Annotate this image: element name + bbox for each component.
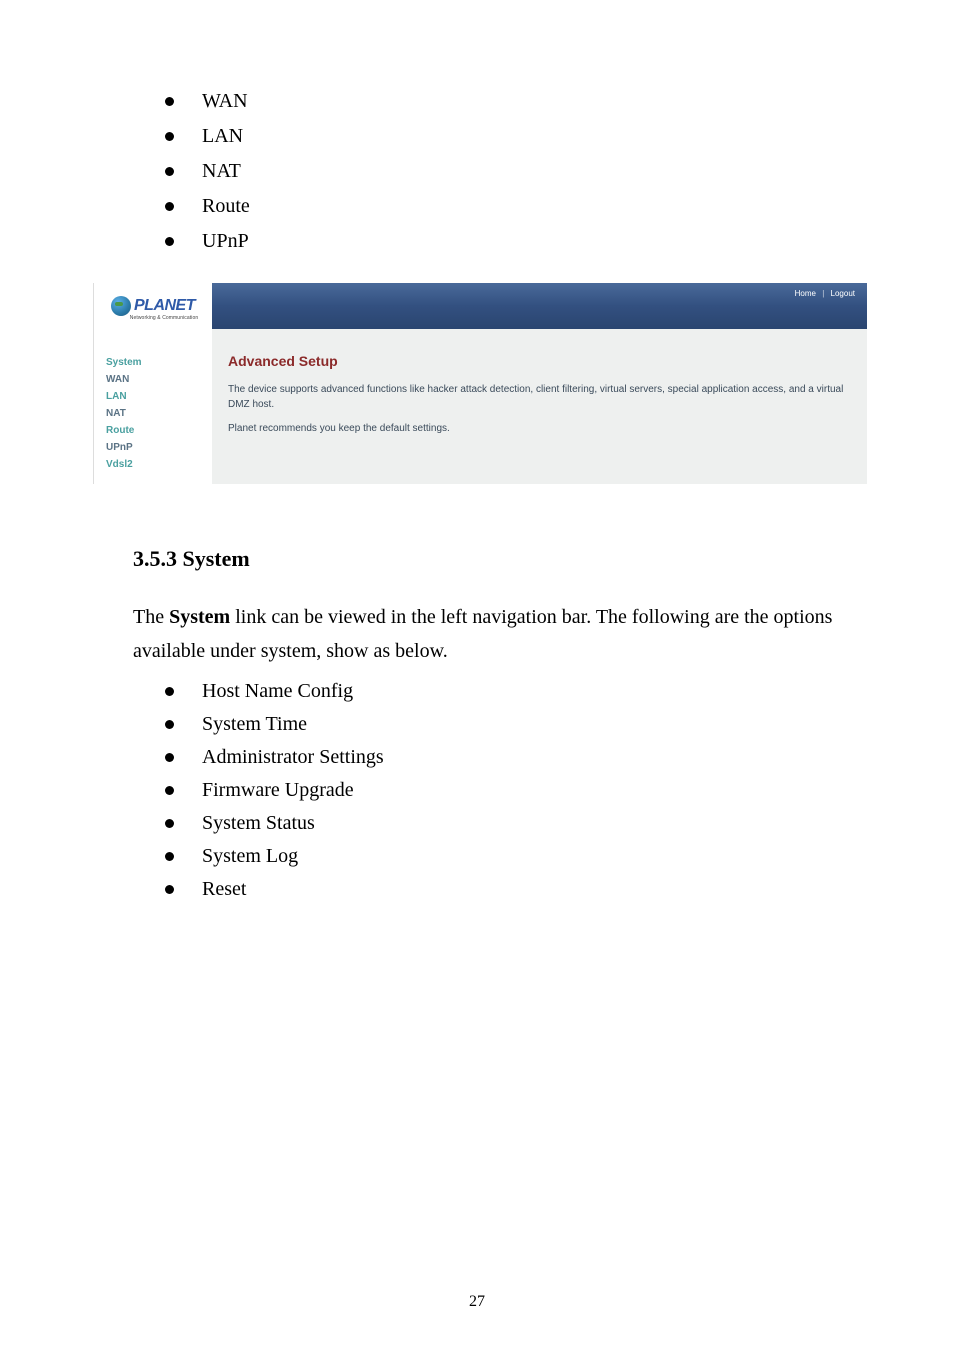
list-item: Reset bbox=[165, 878, 849, 901]
sidebar-item-label: NAT bbox=[106, 408, 126, 419]
home-link[interactable]: Home bbox=[795, 289, 816, 298]
bullet-icon bbox=[165, 786, 174, 795]
bullet-text: Firmware Upgrade bbox=[202, 779, 354, 802]
bullet-text: System Log bbox=[202, 845, 298, 868]
bullet-icon bbox=[165, 167, 174, 176]
page-number: 27 bbox=[0, 1293, 954, 1311]
main-panel: Advanced Setup The device supports advan… bbox=[212, 329, 867, 484]
list-item: Administrator Settings bbox=[165, 746, 849, 769]
panel-paragraph: Planet recommends you keep the default s… bbox=[228, 422, 851, 437]
list-item: LAN bbox=[165, 125, 849, 148]
sidebar-item-system[interactable]: System bbox=[106, 357, 212, 368]
sidebar-item-label: WAN bbox=[106, 374, 129, 385]
list-item: System Time bbox=[165, 713, 849, 736]
bullet-icon bbox=[165, 753, 174, 762]
screenshot-body: System WAN LAN NAT Route UPnP Vdsl2 Adva… bbox=[94, 329, 867, 484]
sidebar-item-lan[interactable]: LAN bbox=[106, 391, 212, 402]
bullet-text: Route bbox=[202, 195, 250, 218]
sidebar: System WAN LAN NAT Route UPnP Vdsl2 bbox=[94, 329, 212, 484]
globe-icon bbox=[111, 296, 131, 316]
tagline-text: Networking & Communication bbox=[130, 315, 198, 321]
bullet-icon bbox=[165, 237, 174, 246]
sidebar-item-nat[interactable]: NAT bbox=[106, 408, 212, 419]
sidebar-item-label: UPnP bbox=[106, 442, 133, 453]
bullet-text: UPnP bbox=[202, 230, 249, 253]
bullet-text: Host Name Config bbox=[202, 680, 353, 703]
bullet-text: WAN bbox=[202, 90, 248, 113]
router-admin-screenshot: PLANET Networking & Communication Home |… bbox=[93, 283, 867, 484]
sidebar-item-label: LAN bbox=[106, 391, 127, 402]
list-item: WAN bbox=[165, 90, 849, 113]
logo-area: PLANET Networking & Communication bbox=[94, 283, 212, 329]
header-bar: Home | Logout bbox=[212, 283, 867, 329]
top-bullet-list: WAN LAN NAT Route UPnP bbox=[105, 90, 849, 253]
sidebar-item-vdsl2[interactable]: Vdsl2 bbox=[106, 459, 212, 470]
bullet-text: LAN bbox=[202, 125, 243, 148]
list-item: System Status bbox=[165, 812, 849, 835]
bullet-text: System Time bbox=[202, 713, 307, 736]
list-item: UPnP bbox=[165, 230, 849, 253]
bottom-bullet-list: Host Name Config System Time Administrat… bbox=[105, 680, 849, 901]
bold-text: System bbox=[169, 606, 230, 628]
sidebar-item-label: Vdsl2 bbox=[106, 459, 133, 470]
bullet-text: System Status bbox=[202, 812, 315, 835]
header-links: Home | Logout bbox=[795, 289, 855, 298]
logo: PLANET bbox=[111, 296, 195, 316]
list-item: Host Name Config bbox=[165, 680, 849, 703]
sidebar-item-route[interactable]: Route bbox=[106, 425, 212, 436]
panel-paragraph: The device supports advanced functions l… bbox=[228, 383, 851, 412]
sidebar-item-label: System bbox=[106, 357, 142, 368]
bullet-icon bbox=[165, 885, 174, 894]
bullet-icon bbox=[165, 687, 174, 696]
bullet-icon bbox=[165, 852, 174, 861]
section-paragraph: The System link can be viewed in the lef… bbox=[133, 600, 839, 668]
bullet-icon bbox=[165, 97, 174, 106]
bullet-icon bbox=[165, 132, 174, 141]
section-heading: 3.5.3 System bbox=[133, 546, 849, 572]
list-item: System Log bbox=[165, 845, 849, 868]
text-fragment: The bbox=[133, 606, 169, 628]
bullet-icon bbox=[165, 819, 174, 828]
panel-title: Advanced Setup bbox=[228, 353, 851, 369]
bullet-text: Administrator Settings bbox=[202, 746, 384, 769]
list-item: NAT bbox=[165, 160, 849, 183]
separator: | bbox=[822, 289, 824, 298]
sidebar-item-upnp[interactable]: UPnP bbox=[106, 442, 212, 453]
brand-text: PLANET bbox=[134, 297, 195, 315]
logout-link[interactable]: Logout bbox=[831, 289, 855, 298]
bullet-icon bbox=[165, 202, 174, 211]
sidebar-item-label: Route bbox=[106, 425, 134, 436]
screenshot-header: PLANET Networking & Communication Home |… bbox=[94, 283, 867, 329]
bullet-text: Reset bbox=[202, 878, 246, 901]
bullet-text: NAT bbox=[202, 160, 241, 183]
list-item: Firmware Upgrade bbox=[165, 779, 849, 802]
text-fragment: link can be viewed in the left navigatio… bbox=[133, 606, 832, 662]
bullet-icon bbox=[165, 720, 174, 729]
list-item: Route bbox=[165, 195, 849, 218]
sidebar-item-wan[interactable]: WAN bbox=[106, 374, 212, 385]
